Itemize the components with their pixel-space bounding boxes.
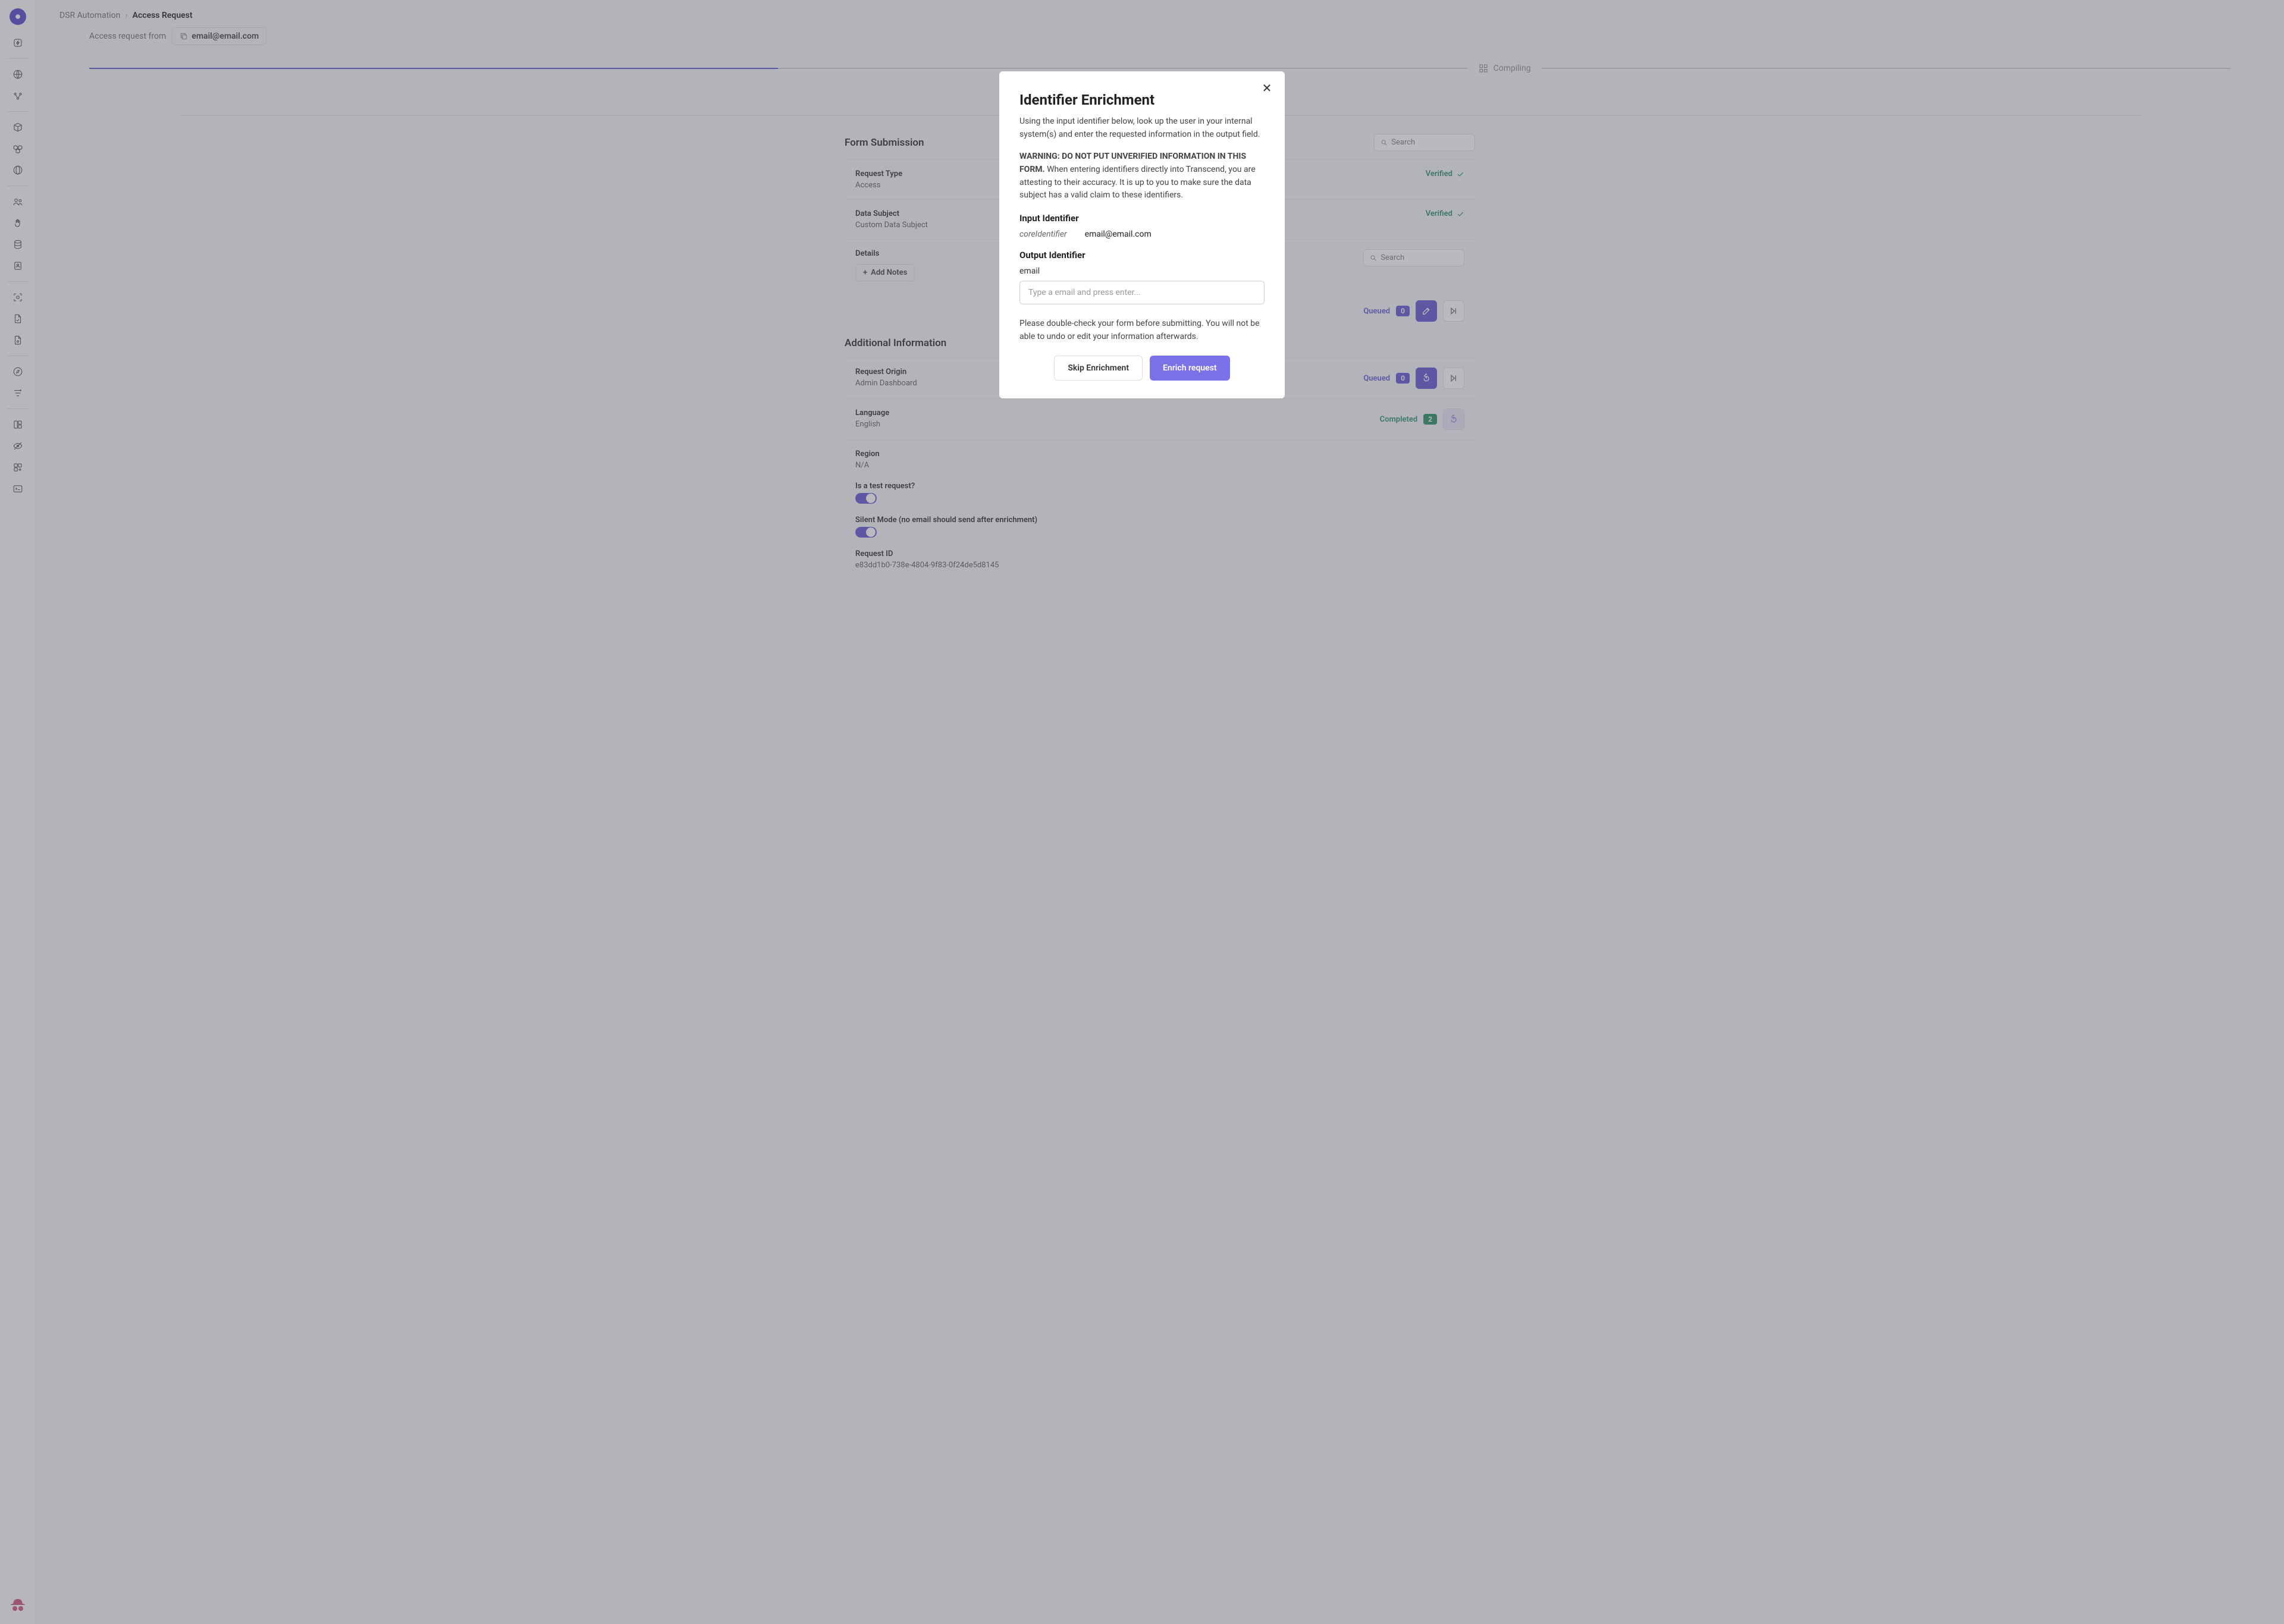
- skip-enrichment-button[interactable]: Skip Enrichment: [1054, 356, 1143, 381]
- modal-intro: Using the input identifier below, look u…: [1019, 115, 1265, 141]
- input-identifier-heading: Input Identifier: [1019, 213, 1265, 224]
- output-label: email: [1019, 266, 1265, 276]
- enrich-request-button[interactable]: Enrich request: [1150, 356, 1230, 381]
- input-value: email@email.com: [1085, 230, 1152, 239]
- identifier-enrichment-modal: ✕ Identifier Enrichment Using the input …: [999, 71, 1285, 398]
- close-button[interactable]: ✕: [1260, 81, 1274, 95]
- input-key: coreIdentifier: [1019, 230, 1067, 239]
- output-identifier-heading: Output Identifier: [1019, 250, 1265, 260]
- modal-footer-note: Please double-check your form before sub…: [1019, 318, 1265, 343]
- output-email-input[interactable]: [1019, 281, 1265, 304]
- modal-title: Identifier Enrichment: [1019, 92, 1265, 108]
- modal-overlay: ✕ Identifier Enrichment Using the input …: [0, 0, 2284, 1624]
- modal-warning: WARNING: DO NOT PUT UNVERIFIED INFORMATI…: [1019, 150, 1265, 202]
